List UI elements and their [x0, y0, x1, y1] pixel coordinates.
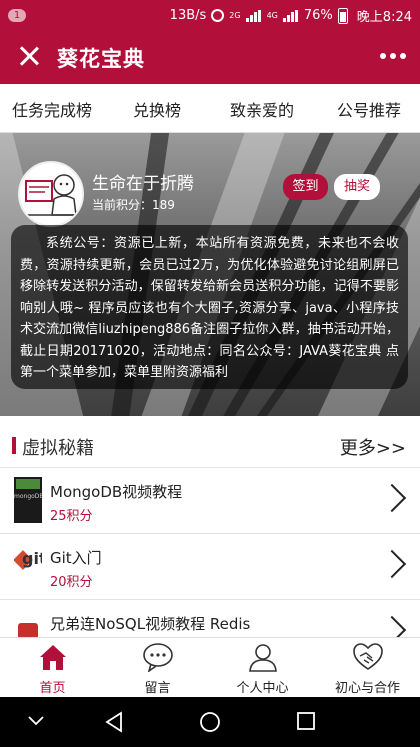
list-item-git[interactable]: git Git入门 20积分: [0, 534, 420, 600]
tab-label: 个人中心: [236, 681, 289, 696]
clock: 晚上8:24: [356, 10, 412, 25]
home-circle-icon[interactable]: [199, 711, 221, 733]
app-root: 1 13B/s 2G 4G 76% 晚上8:24 葵花宝典 任务完成榜 兑换榜: [0, 0, 420, 747]
item-name: 兄弟连NoSQL视频教程 Redis: [50, 615, 251, 633]
bottom-tab-bar: 首页 留言 个人中心 初心与合作: [0, 637, 420, 697]
person-icon: [249, 644, 277, 672]
profile-hero: 生命在于折腾 当前积分：189 签到 抽奖 系统公号：资源已上新，本站所有资源免…: [0, 133, 420, 416]
item-name: Git入门: [50, 549, 102, 567]
tab-label: 留言: [144, 681, 171, 696]
signin-button[interactable]: 签到: [283, 174, 328, 200]
item-name: MongoDB视频教程: [50, 483, 183, 501]
tab-dear[interactable]: 致亲爱的: [230, 97, 294, 121]
handshake-icon: [353, 643, 383, 670]
chevron-right-icon: [377, 483, 407, 513]
status-bar: 1 13B/s 2G 4G 76% 晚上8:24: [0, 0, 420, 30]
network-type-2: 4G: [266, 11, 278, 20]
section-header: 虚拟秘籍 更多>>: [0, 416, 420, 468]
signal-icon-2: [282, 9, 299, 22]
tab-label: 首页: [39, 681, 66, 696]
system-navigation-bar: [0, 697, 420, 747]
username: 生命在于折腾: [92, 174, 194, 194]
thumbnail-text: git: [22, 549, 42, 568]
tab-message[interactable]: 留言: [105, 638, 210, 698]
thumbnail-decoration: [16, 479, 40, 489]
battery-percent: 76%: [303, 8, 333, 23]
item-points: 20积分: [50, 575, 93, 590]
battery-icon: [337, 7, 348, 24]
points-label: 当前积分：: [92, 198, 153, 212]
tab-profile[interactable]: 个人中心: [210, 638, 315, 698]
page-title: 葵花宝典: [57, 47, 145, 71]
tab-exchange-ranking[interactable]: 兑换榜: [133, 97, 181, 121]
cartoon-avatar-icon: [24, 174, 82, 216]
current-points: 当前积分：189: [92, 196, 175, 213]
home-icon: [40, 645, 66, 670]
chevron-down-icon[interactable]: [28, 715, 44, 727]
status-bar-right: 13B/s 2G 4G 76% 晚上8:24: [170, 6, 412, 25]
top-nav-tabs: 任务完成榜 兑换榜 致亲爱的 公号推荐: [0, 84, 420, 133]
title-bar: 葵花宝典: [0, 30, 420, 84]
tab-account-recommend[interactable]: 公号推荐: [337, 97, 401, 121]
close-icon[interactable]: [16, 43, 42, 69]
back-icon[interactable]: [104, 711, 124, 733]
chevron-right-icon: [377, 549, 407, 579]
git-thumbnail: git: [14, 543, 42, 589]
section-title: 虚拟秘籍: [22, 438, 94, 459]
section-accent-bar: [12, 437, 16, 454]
chat-bubble-icon: [143, 643, 173, 672]
tab-task-ranking[interactable]: 任务完成榜: [12, 97, 92, 121]
signal-icon: [245, 9, 262, 22]
points-value: 189: [152, 198, 175, 212]
network-speed: 13B/s: [169, 8, 207, 23]
network-type-1: 2G: [229, 11, 241, 20]
more-dots-icon[interactable]: [380, 53, 406, 59]
list-item-mongodb[interactable]: mongoDB MongoDB视频教程 25积分: [0, 468, 420, 534]
lottery-button[interactable]: 抽奖: [334, 174, 380, 200]
item-points: 25积分: [50, 509, 93, 524]
mongodb-thumbnail: mongoDB: [14, 477, 42, 523]
system-notice: 系统公号：资源已上新，本站所有资源免费，未来也不会收费，资源持续更新，会员已过2…: [11, 225, 408, 389]
avatar[interactable]: [18, 161, 84, 227]
more-link[interactable]: 更多>>: [340, 434, 406, 460]
recents-icon[interactable]: [296, 711, 316, 731]
tab-label: 初心与合作: [334, 681, 400, 696]
thumbnail-text: mongoDB: [14, 493, 42, 500]
tab-cooperation[interactable]: 初心与合作: [315, 638, 420, 698]
alarm-icon: [211, 9, 225, 22]
notification-badge: 1: [8, 9, 26, 22]
tab-home[interactable]: 首页: [0, 638, 105, 698]
